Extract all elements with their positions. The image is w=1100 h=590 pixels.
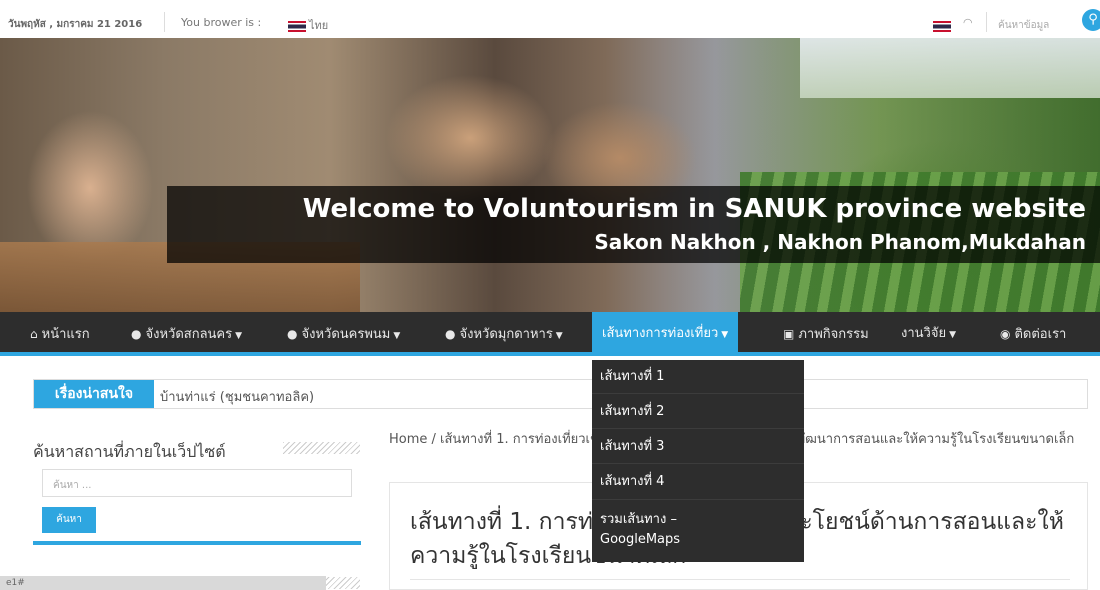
dropdown-item-google-maps[interactable]: รวมเส้นทาง – GoogleMaps — [592, 500, 804, 562]
ticker-link[interactable]: บ้านท่าแร่ (ชุมชนคาทอลิค) — [160, 386, 314, 407]
nav-item-mukdahan[interactable]: ● จังหวัดมุกดาหาร ▼ — [445, 312, 563, 356]
caret-down-icon: ▼ — [949, 330, 956, 340]
current-date: วันพฤหัส , มกราคม 21 2016 — [8, 19, 143, 30]
nav-item-research[interactable]: งานวิจัย ▼ — [901, 312, 956, 356]
search-icon[interactable]: ⚲ — [1082, 9, 1100, 31]
comments-icon: ◉ — [1000, 327, 1011, 341]
nav-label: ติดต่อเรา — [1014, 327, 1067, 342]
title-decoration — [283, 442, 360, 454]
divider — [986, 12, 987, 32]
thai-flag-icon — [288, 20, 306, 32]
rss-icon[interactable]: ◠ — [963, 16, 973, 29]
dropdown-item-route-4[interactable]: เส้นทางที่ 4 — [592, 464, 804, 500]
welcome-overlay: Welcome to Voluntourism in SANUK provinc… — [167, 186, 1100, 263]
nav-label: เส้นทางการท่องเที่ยว — [602, 326, 719, 341]
nav-label: จังหวัดมุกดาหาร — [459, 327, 553, 342]
nav-item-tour-routes[interactable]: เส้นทางการท่องเที่ยว ▼ — [592, 312, 739, 356]
sidebar-search-button[interactable]: ค้นหา — [42, 507, 96, 533]
thai-flag-icon[interactable] — [933, 21, 951, 32]
caret-down-icon: ▼ — [721, 330, 729, 340]
image-icon: ▣ — [783, 327, 795, 341]
nav-item-gallery[interactable]: ▣ ภาพกิจกรรม — [783, 312, 869, 356]
header-banner: Welcome to Voluntourism in SANUK provinc… — [0, 38, 1100, 312]
nav-item-home[interactable]: ⌂ หน้าแรก — [30, 312, 90, 356]
home-icon: ⌂ — [30, 327, 38, 341]
main-navigation: ⌂ หน้าแรก ● จังหวัดสกลนคร ▼ ● จังหวัดนครพนม ▼… — [0, 312, 1100, 356]
nav-label: งานวิจัย — [901, 326, 947, 341]
top-search-input[interactable]: ค้นหาข้อมูล — [998, 18, 1049, 33]
map-marker-icon: ● — [287, 327, 298, 341]
nav-item-sakon-nakhon[interactable]: ● จังหวัดสกลนคร ▼ — [131, 312, 242, 356]
top-bar: วันพฤหัส , มกราคม 21 2016 You brower is … — [0, 0, 1100, 38]
nav-label: หน้าแรก — [41, 327, 90, 342]
caret-down-icon: ▼ — [555, 331, 563, 341]
browser-status-bar: e1# — [0, 576, 326, 590]
nav-label: จังหวัดสกลนคร — [145, 327, 233, 342]
nav-label: ภาพกิจกรรม — [798, 327, 869, 342]
divider — [410, 579, 1070, 580]
tour-routes-dropdown: เส้นทางที่ 1 เส้นทางที่ 2 เส้นทางที่ 3 เ… — [592, 360, 804, 562]
nav-label: จังหวัดนครพนม — [301, 327, 391, 342]
sidebar-search-box: ค้นหา ... ค้นหา — [33, 469, 361, 545]
dropdown-item-route-3[interactable]: เส้นทางที่ 3 — [592, 429, 804, 464]
dropdown-item-route-1[interactable]: เส้นทางที่ 1 — [592, 360, 804, 394]
banner-photo-sky — [800, 38, 1100, 98]
site-subtitle: Sakon Nakhon , Nakhon Phanom,Mukdahan — [594, 230, 1086, 254]
divider — [164, 12, 165, 32]
news-ticker: เรื่องน่าสนใจ บ้านท่าแร่ (ชุมชนคาทอลิค) — [33, 379, 1088, 409]
caret-down-icon: ▼ — [235, 331, 243, 341]
sidebar-search-input[interactable]: ค้นหา ... — [42, 469, 352, 497]
sidebar-search-title: ค้นหาสถานที่ภายในเว็ปไซต์ — [33, 442, 226, 461]
site-title: Welcome to Voluntourism in SANUK provinc… — [302, 194, 1086, 224]
map-marker-icon: ● — [131, 327, 142, 341]
nav-item-nakhon-phanom[interactable]: ● จังหวัดนครพนม ▼ — [287, 312, 400, 356]
language-selector[interactable]: ไทย — [288, 16, 328, 34]
map-marker-icon: ● — [445, 327, 456, 341]
caret-down-icon: ▼ — [393, 331, 401, 341]
nav-item-contact[interactable]: ◉ ติดต่อเรา — [1000, 312, 1066, 356]
ticker-label: เรื่องน่าสนใจ — [34, 380, 154, 408]
dropdown-item-route-2[interactable]: เส้นทางที่ 2 — [592, 394, 804, 429]
browser-label: You brower is : — [181, 16, 262, 29]
language-label: ไทย — [309, 19, 329, 32]
